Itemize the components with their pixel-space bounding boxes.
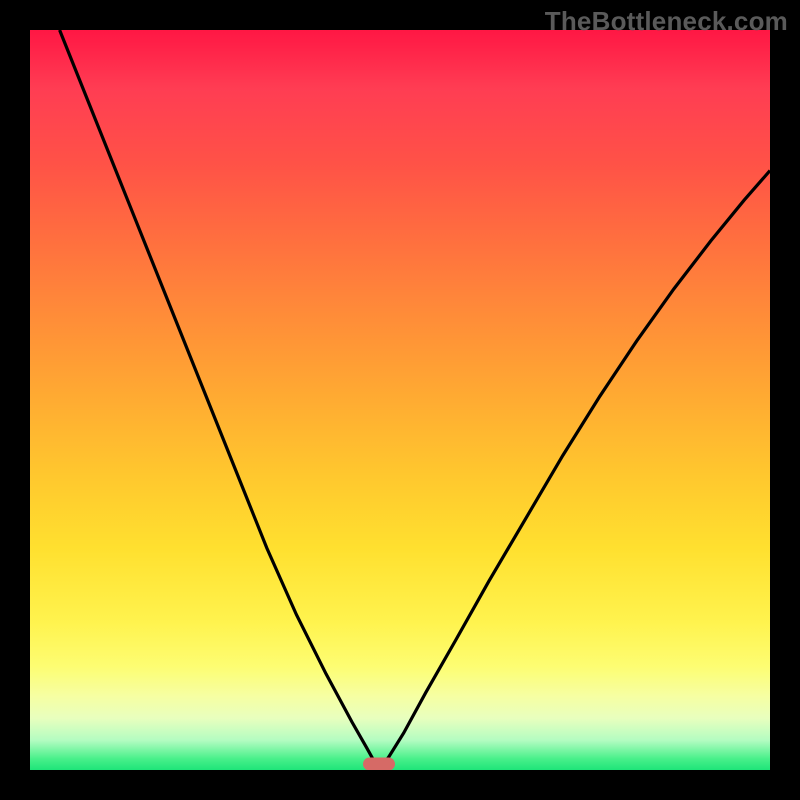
curve-path xyxy=(60,30,770,770)
bottleneck-curve xyxy=(30,30,770,770)
watermark-text: TheBottleneck.com xyxy=(545,6,788,37)
bottleneck-marker xyxy=(363,758,395,770)
plot-area xyxy=(30,30,770,770)
chart-frame: TheBottleneck.com xyxy=(0,0,800,800)
